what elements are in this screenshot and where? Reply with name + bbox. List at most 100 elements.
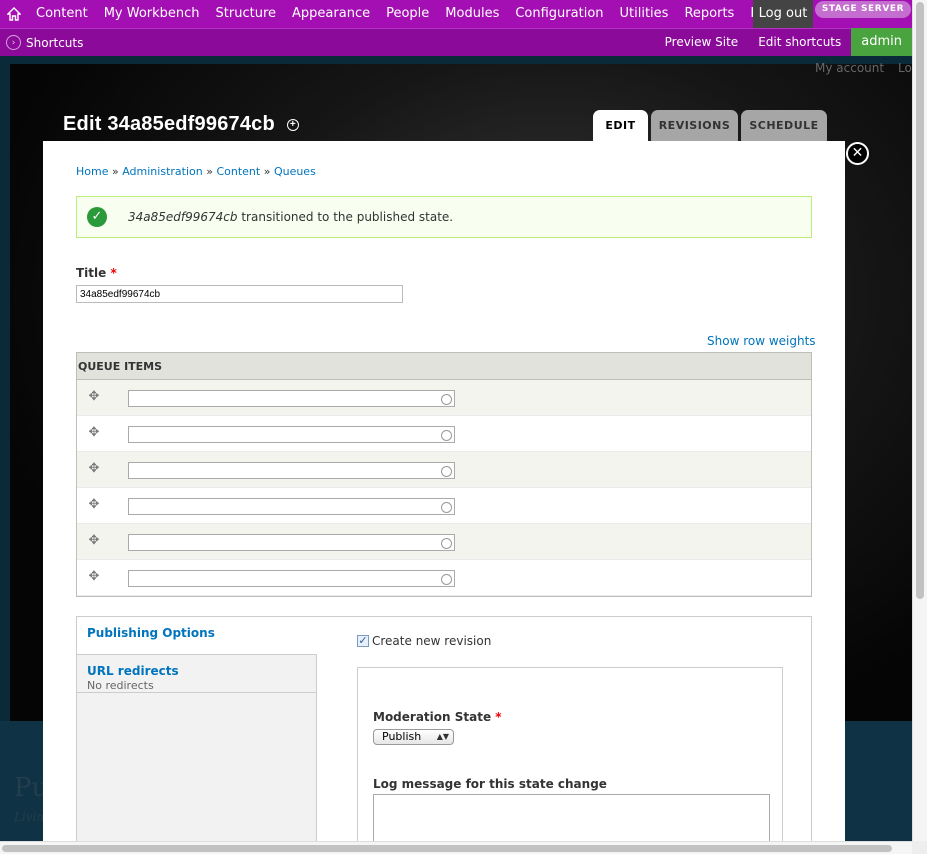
drag-handle-icon[interactable]: ✥ xyxy=(87,534,101,548)
queue-item-input[interactable] xyxy=(128,462,455,479)
autocomplete-icon xyxy=(441,394,452,405)
table-row: ✥ xyxy=(77,452,811,488)
toolbar-menu-row: Content My Workbench Structure Appearanc… xyxy=(0,0,912,28)
toolbar-menu: Content My Workbench Structure Appearanc… xyxy=(0,0,788,28)
breadcrumb: Home » Administration » Content » Queues xyxy=(76,165,316,178)
moderation-state-label-text: Moderation State xyxy=(373,710,492,724)
table-row: ✥ xyxy=(77,524,811,560)
vtab-url-redirects[interactable]: URL redirects No redirects xyxy=(77,655,316,693)
queue-item-input[interactable] xyxy=(128,426,455,443)
queue-item-input[interactable] xyxy=(128,498,455,515)
menu-people[interactable]: People xyxy=(378,0,437,28)
chevron-right-icon: › xyxy=(6,35,21,50)
moderation-state-value: Publish xyxy=(382,730,422,743)
home-icon[interactable] xyxy=(0,0,28,28)
publishing-options-pane: ✓ Create new revision Moderation State *… xyxy=(357,634,797,841)
breadcrumb-content[interactable]: Content xyxy=(216,165,260,178)
vertical-tab-list: Publishing Options URL redirects No redi… xyxy=(77,617,317,841)
menu-configuration[interactable]: Configuration xyxy=(507,0,611,28)
log-message-textarea[interactable] xyxy=(373,794,770,841)
logout-button[interactable]: Log out xyxy=(753,0,813,28)
horizontal-scroll-thumb[interactable] xyxy=(2,845,892,852)
drag-handle-icon[interactable]: ✥ xyxy=(87,390,101,404)
table-row: ✥ xyxy=(77,416,811,452)
vertical-tabs: Publishing Options URL redirects No redi… xyxy=(76,616,812,841)
queue-items-table: QUEUE ITEMS ✥ ✥ ✥ ✥ ✥ ✥ xyxy=(76,352,812,597)
shortcuts-toggle[interactable]: › Shortcuts xyxy=(6,29,83,56)
status-message-text: transitioned to the published state. xyxy=(241,210,454,224)
breadcrumb-administration[interactable]: Administration xyxy=(122,165,203,178)
drag-handle-icon[interactable]: ✥ xyxy=(87,462,101,476)
drag-handle-icon[interactable]: ✥ xyxy=(87,570,101,584)
edit-shortcuts-link[interactable]: Edit shortcuts xyxy=(748,29,851,56)
menu-utilities[interactable]: Utilities xyxy=(612,0,677,28)
select-arrows-icon: ▲▼ xyxy=(436,732,449,741)
menu-appearance[interactable]: Appearance xyxy=(284,0,378,28)
overlay-content: Home » Administration » Content » Queues… xyxy=(43,141,845,841)
breadcrumb-sep: » xyxy=(206,165,213,178)
horizontal-scrollbar[interactable] xyxy=(0,841,912,854)
vtab-title: URL redirects xyxy=(87,664,179,678)
table-row: ✥ xyxy=(77,560,811,596)
autocomplete-icon xyxy=(441,502,452,513)
title-field[interactable] xyxy=(76,285,403,303)
tab-schedule[interactable]: SCHEDULE xyxy=(741,110,827,141)
moderation-state-label: Moderation State * xyxy=(373,710,502,724)
background-tagline: Livin xyxy=(14,810,45,824)
queue-item-input[interactable] xyxy=(128,570,455,587)
breadcrumb-queues[interactable]: Queues xyxy=(274,165,316,178)
queue-item-input[interactable] xyxy=(128,534,455,551)
create-revision-checkbox[interactable]: ✓ xyxy=(357,635,369,647)
menu-content[interactable]: Content xyxy=(28,0,96,28)
page-title: Edit 34a85edf99674cb + xyxy=(63,113,299,136)
autocomplete-icon xyxy=(441,430,452,441)
shortcuts-row: › Shortcuts Preview Site Edit shortcuts … xyxy=(0,28,912,56)
autocomplete-icon xyxy=(441,574,452,585)
moderation-state-select[interactable]: Publish ▲▼ xyxy=(373,729,454,745)
create-revision-row[interactable]: ✓ Create new revision xyxy=(357,634,797,648)
page-title-text: Edit 34a85edf99674cb xyxy=(63,113,275,135)
menu-structure[interactable]: Structure xyxy=(208,0,284,28)
show-row-weights-link[interactable]: Show row weights xyxy=(707,334,816,348)
log-message-label: Log message for this state change xyxy=(373,777,607,791)
shortcuts-actions: Preview Site Edit shortcuts admin xyxy=(655,28,912,56)
shortcuts-label: Shortcuts xyxy=(26,35,84,50)
table-row: ✥ xyxy=(77,488,811,524)
autocomplete-icon xyxy=(441,466,452,477)
title-label: Title * xyxy=(76,266,117,280)
queue-item-input[interactable] xyxy=(128,390,455,407)
add-shortcut-icon[interactable]: + xyxy=(286,118,299,131)
vertical-scroll-thumb[interactable] xyxy=(916,2,924,599)
required-mark: * xyxy=(110,266,117,280)
vtab-title: Publishing Options xyxy=(87,626,215,640)
tab-revisions[interactable]: REVISIONS xyxy=(651,110,738,141)
user-admin-link[interactable]: admin xyxy=(851,28,912,56)
required-mark: * xyxy=(495,710,502,724)
scrollbar-corner xyxy=(912,841,927,854)
status-text: 34a85edf99674cb transitioned to the publ… xyxy=(128,210,453,224)
status-message: ✓ 34a85edf99674cb transitioned to the pu… xyxy=(76,196,812,238)
status-item: 34a85edf99674cb xyxy=(128,210,238,224)
queue-rows: ✥ ✥ ✥ ✥ ✥ ✥ xyxy=(77,380,811,596)
menu-my-workbench[interactable]: My Workbench xyxy=(96,0,208,28)
vertical-scrollbar[interactable] xyxy=(912,0,927,841)
vtab-summary: No redirects xyxy=(87,679,154,692)
logout-fragment: Lo xyxy=(898,61,912,75)
queue-items-header: QUEUE ITEMS xyxy=(77,353,811,380)
title-label-text: Title xyxy=(76,266,107,280)
menu-reports[interactable]: Reports xyxy=(676,0,742,28)
menu-modules[interactable]: Modules xyxy=(437,0,507,28)
admin-toolbar: Content My Workbench Structure Appearanc… xyxy=(0,0,912,56)
breadcrumb-sep: » xyxy=(111,165,119,178)
preview-site-link[interactable]: Preview Site xyxy=(655,29,749,56)
breadcrumb-sep: » xyxy=(263,165,271,178)
close-overlay-icon[interactable]: ✕ xyxy=(846,142,869,165)
stage-server-badge: STAGE SERVER xyxy=(815,1,911,18)
drag-handle-icon[interactable]: ✥ xyxy=(87,426,101,440)
my-account-link: My account xyxy=(815,61,885,75)
breadcrumb-home[interactable]: Home xyxy=(76,165,108,178)
check-icon: ✓ xyxy=(87,207,107,227)
tab-edit[interactable]: EDIT xyxy=(593,110,648,141)
vtab-publishing-options[interactable]: Publishing Options xyxy=(77,617,317,655)
drag-handle-icon[interactable]: ✥ xyxy=(87,498,101,512)
